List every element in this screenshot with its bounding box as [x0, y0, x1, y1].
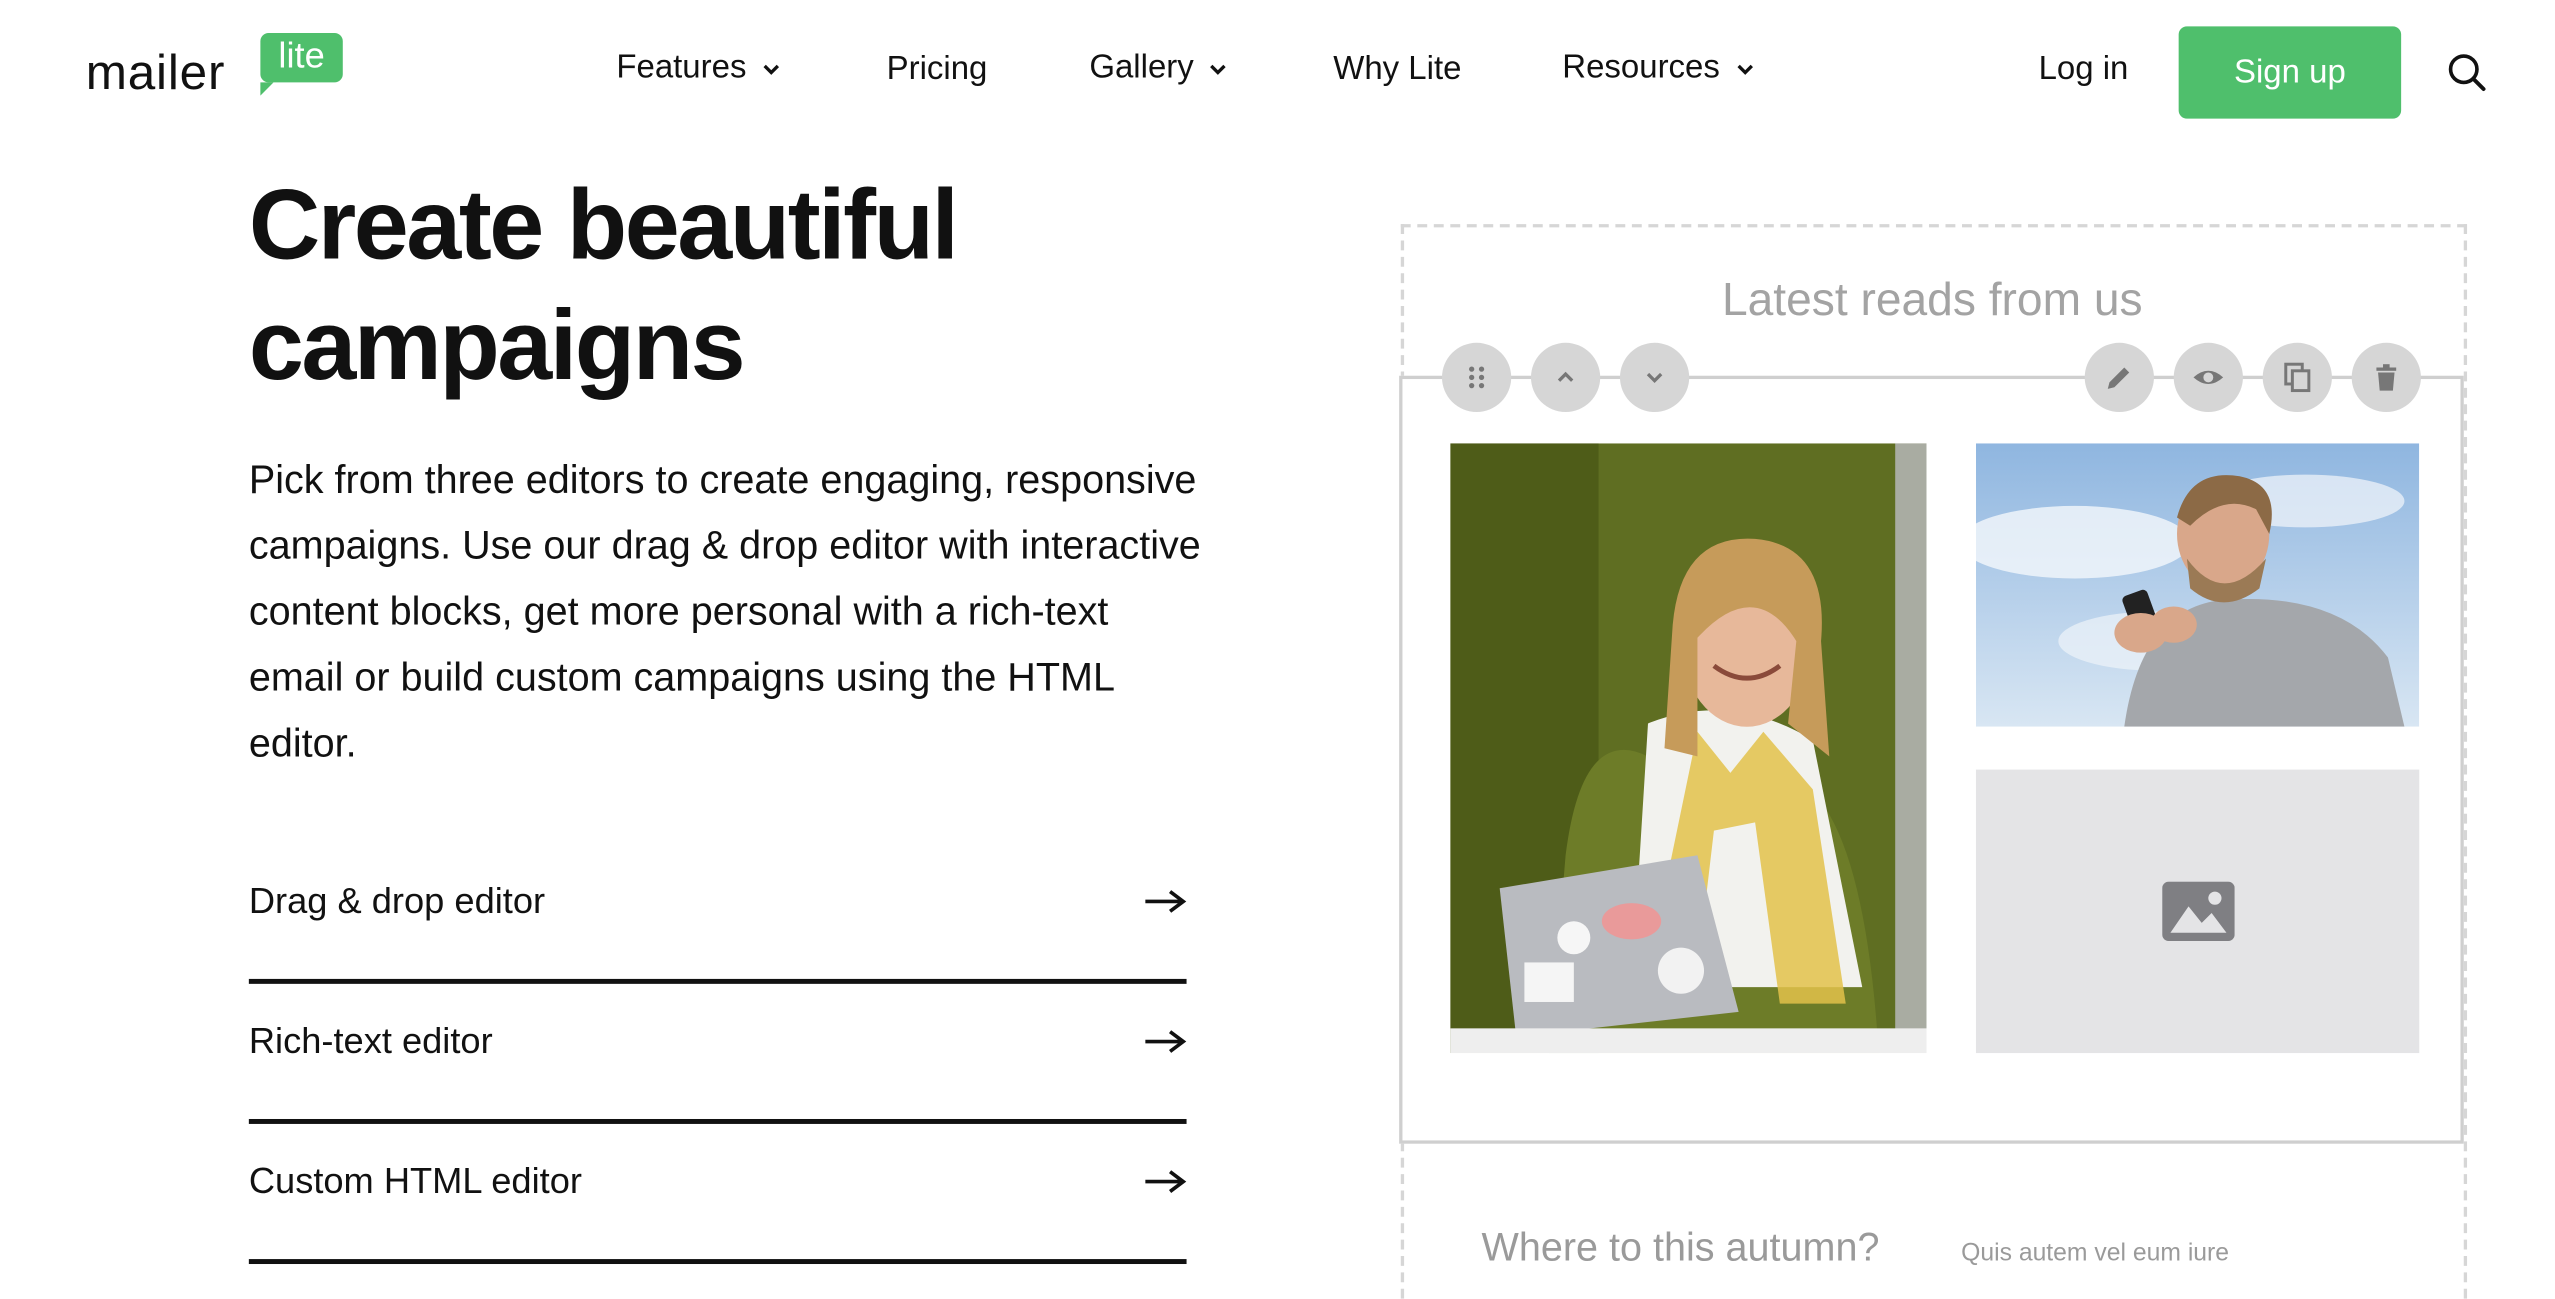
delete-button[interactable]	[2351, 342, 2421, 412]
nav-gallery-label: Gallery	[1089, 49, 1194, 86]
drag-handle-icon	[1469, 366, 1485, 389]
drag-handle-button[interactable]	[1442, 342, 1512, 412]
page-title: Create beautiful campaigns	[249, 165, 1238, 406]
move-up-button[interactable]	[1530, 342, 1601, 412]
title-line-1: Create beautiful	[248, 169, 959, 281]
chevron-down-icon	[763, 63, 779, 75]
search-icon[interactable]	[2446, 51, 2489, 94]
login-link[interactable]: Log in	[2039, 51, 2129, 89]
custom-html-editor-link[interactable]: Custom HTML editor	[248, 1121, 1187, 1265]
teaser-title: Where to this autumn?	[1481, 1226, 1880, 1271]
nav-pricing-label: Pricing	[886, 51, 988, 88]
arrow-right-icon	[1145, 1170, 1187, 1193]
pencil-icon	[2107, 367, 2130, 389]
image-icon	[2161, 881, 2234, 942]
arrow-right-icon	[1145, 890, 1187, 913]
signup-button[interactable]: Sign up	[2178, 26, 2402, 119]
move-down-button[interactable]	[1619, 342, 1690, 412]
hero-description: Pick from three editors to create engagi…	[248, 458, 1201, 767]
nav-features-label: Features	[616, 49, 747, 86]
image-placeholder	[1975, 769, 2420, 1054]
nav-why-lite-label: Why Lite	[1333, 51, 1462, 88]
custom-html-editor-label: Custom HTML editor	[248, 1160, 582, 1202]
nav-resources-label: Resources	[1562, 49, 1720, 86]
nav-features[interactable]: Features	[616, 49, 782, 87]
duplicate-button[interactable]	[2262, 342, 2332, 412]
logo-badge: lite	[260, 32, 343, 96]
rich-text-editor-label: Rich-text editor	[248, 1020, 493, 1062]
arrow-right-icon	[1145, 1030, 1187, 1053]
eye-icon	[2193, 370, 2224, 384]
chevron-up-icon	[1557, 371, 1574, 382]
preview-button[interactable]	[2173, 342, 2243, 412]
woman-with-laptop-image	[1450, 443, 1927, 1054]
copy-icon	[2284, 362, 2311, 393]
man-with-phone-image	[1975, 443, 2420, 727]
nav-pricing[interactable]: Pricing	[887, 51, 988, 89]
edit-button[interactable]	[2084, 342, 2154, 412]
teaser-text: Quis autem vel eum iure	[1961, 1239, 2230, 1268]
nav-why-lite[interactable]: Why Lite	[1333, 51, 1461, 89]
title-line-2: campaigns	[248, 290, 746, 401]
chevron-down-icon	[1646, 372, 1663, 384]
chevron-down-icon	[1736, 63, 1753, 75]
chevron-down-icon	[1210, 63, 1227, 75]
section-title: Latest reads from us	[1721, 273, 2143, 325]
logo-word: mailer	[85, 46, 226, 101]
trash-icon	[2376, 364, 2397, 391]
nav-resources[interactable]: Resources	[1562, 49, 1756, 87]
drag-drop-editor-label: Drag & drop editor	[248, 880, 546, 922]
nav-gallery[interactable]: Gallery	[1089, 49, 1230, 87]
drag-drop-editor-link[interactable]: Drag & drop editor	[248, 840, 1187, 984]
rich-text-editor-link[interactable]: Rich-text editor	[248, 981, 1187, 1124]
